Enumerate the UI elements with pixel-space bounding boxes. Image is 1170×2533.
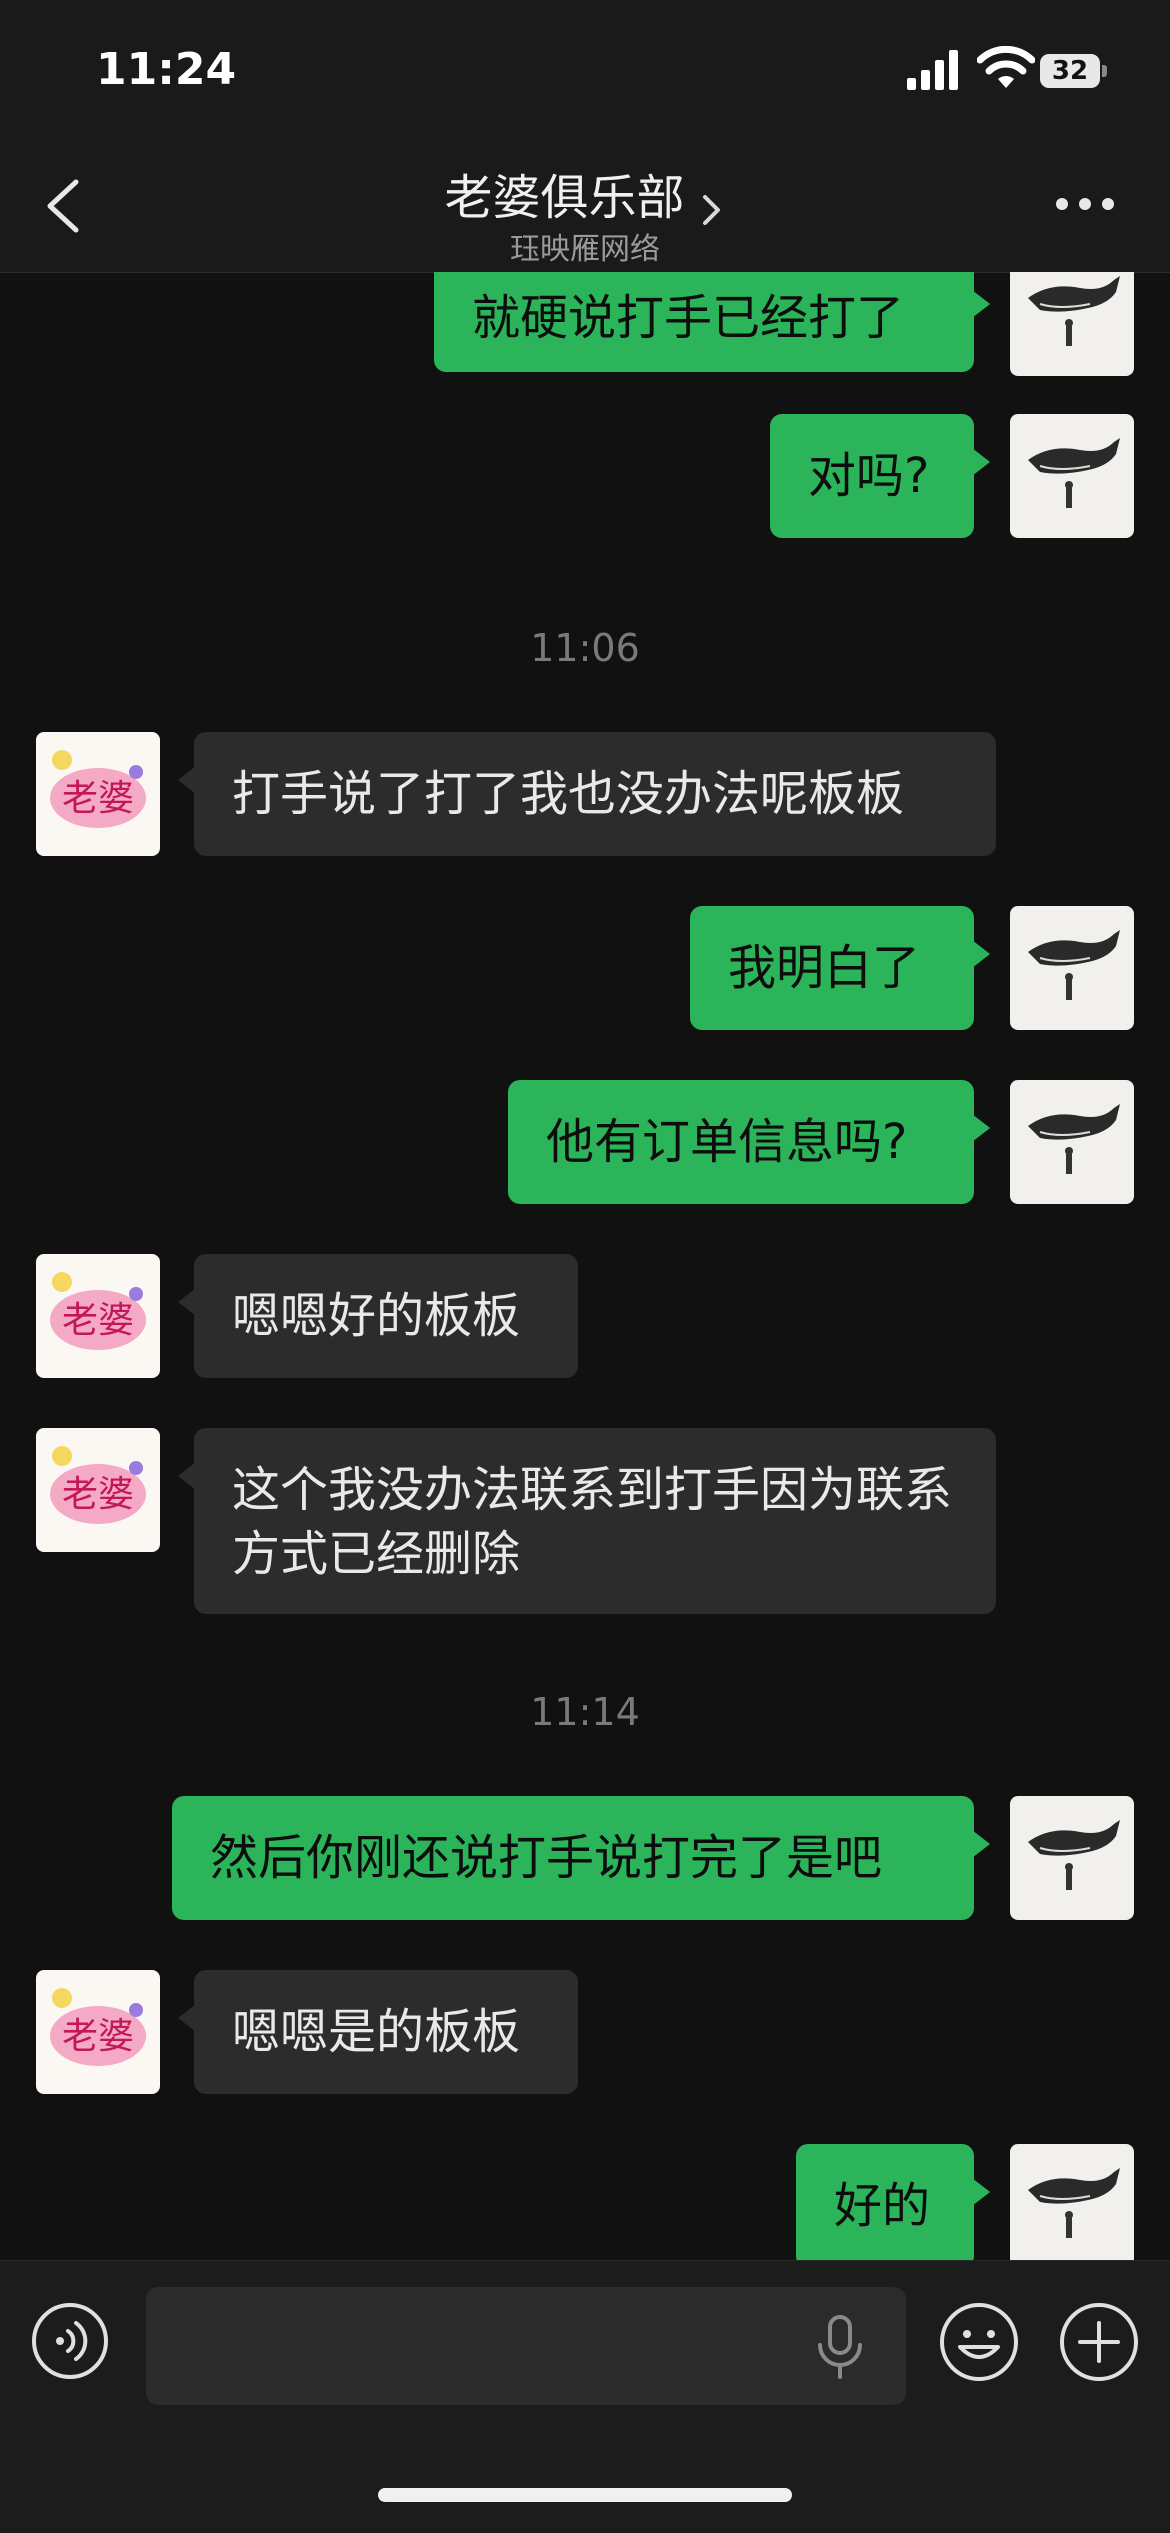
home-indicator[interactable] — [378, 2488, 792, 2502]
laopo-logo-avatar-icon[interactable]: 老婆 — [36, 1970, 160, 2094]
incoming-message-bubble[interactable]: 嗯嗯是的板板 — [178, 1970, 578, 2094]
status-time: 11:24 — [96, 44, 237, 95]
laopo-logo-avatar-icon[interactable]: 老婆 — [36, 1254, 160, 1378]
whale-avatar-icon[interactable] — [1010, 272, 1134, 376]
whale-avatar-icon[interactable] — [1010, 414, 1134, 538]
svg-text:老婆: 老婆 — [62, 1300, 134, 1341]
incoming-message-bubble[interactable]: 打手说了打了我也没办法呢板板 — [178, 732, 996, 856]
outgoing-message-bubble[interactable]: 就硬说打手已经打了 — [434, 272, 990, 372]
outgoing-message-bubble[interactable]: 然后你刚还说打手说打完了是吧 — [172, 1796, 990, 1920]
wifi-icon — [977, 46, 1035, 88]
laopo-logo-avatar-icon[interactable]: 老婆 — [36, 1428, 160, 1552]
timestamp: 11:06 — [530, 626, 640, 670]
timestamp: 11:14 — [530, 1690, 640, 1734]
outgoing-message-bubble[interactable]: 我明白了 — [690, 906, 990, 1030]
more-options-icon[interactable] — [1054, 192, 1116, 216]
whale-avatar-icon[interactable] — [1010, 906, 1134, 1030]
laopo-logo-avatar-icon[interactable]: 老婆 — [36, 732, 160, 856]
microphone-icon[interactable] — [812, 2313, 868, 2383]
incoming-message-bubble[interactable]: 这个我没办法联系到打手因为联系方式已经删除 — [178, 1428, 996, 1614]
battery-level: 32 — [1040, 54, 1100, 88]
svg-text:老婆: 老婆 — [62, 778, 134, 819]
whale-avatar-icon[interactable] — [1010, 1796, 1134, 1920]
chat-header: 老婆俱乐部 珏映雁网络 — [0, 140, 1170, 273]
whale-avatar-icon[interactable] — [1010, 1080, 1134, 1204]
add-attachment-icon[interactable] — [1058, 2301, 1140, 2383]
outgoing-message-bubble[interactable]: 他有订单信息吗? — [508, 1080, 990, 1204]
message-input[interactable] — [146, 2287, 906, 2405]
svg-text:老婆: 老婆 — [62, 2016, 134, 2057]
cellular-signal-icon — [907, 50, 958, 90]
outgoing-message-bubble[interactable]: 对吗? — [770, 414, 990, 538]
svg-text:老婆: 老婆 — [62, 1474, 134, 1515]
whale-avatar-icon[interactable] — [1010, 2144, 1134, 2260]
message-list[interactable]: 就硬说打手已经打了 对吗? 11:06 老婆 打手说了打了我也没办法呢板板 我明… — [0, 272, 1170, 2260]
outgoing-message-bubble[interactable]: 好的 — [796, 2144, 990, 2260]
voice-mode-icon[interactable] — [30, 2301, 110, 2381]
chat-title[interactable]: 老婆俱乐部 — [444, 158, 684, 228]
status-bar: 11:24 32 — [0, 0, 1170, 140]
chevron-right-icon — [702, 194, 720, 225]
incoming-message-bubble[interactable]: 嗯嗯好的板板 — [178, 1254, 578, 1378]
chat-subtitle: 珏映雁网络 — [510, 232, 660, 267]
battery-icon: 32 — [1040, 54, 1107, 88]
emoji-icon[interactable] — [938, 2301, 1020, 2383]
chat-title-group[interactable]: 老婆俱乐部 — [0, 158, 1170, 228]
